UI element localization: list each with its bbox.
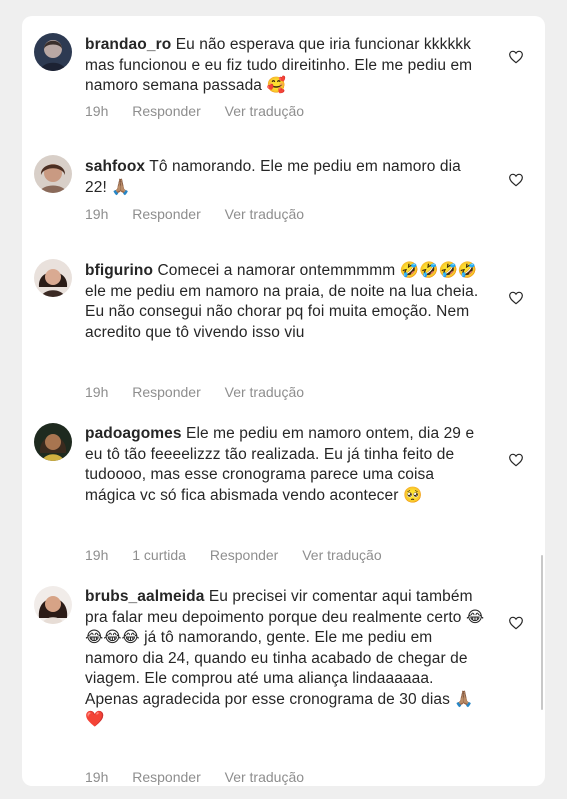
comment-meta: 19h Responder Ver tradução (85, 206, 324, 222)
comment-meta: 19h Responder Ver tradução (85, 769, 324, 785)
comment-time: 19h (85, 547, 109, 563)
heart-outline-icon[interactable] (508, 172, 524, 188)
reply-button[interactable]: Responder (132, 769, 201, 785)
rofl-emoji: 🤣🤣🤣🤣 (399, 262, 478, 279)
reply-button[interactable]: Responder (132, 206, 201, 222)
pleading-face-emoji: 🥺 (402, 486, 423, 504)
comment-text: sahfoox Tô namorando. Ele me pediu em na… (85, 157, 485, 198)
translate-button[interactable]: Ver tradução (225, 103, 304, 119)
translate-button[interactable]: Ver tradução (225, 206, 304, 222)
comment-time: 19h (85, 103, 109, 119)
heart-outline-icon[interactable] (508, 452, 524, 468)
comment-username[interactable]: sahfoox (85, 158, 145, 175)
avatar[interactable] (34, 423, 72, 461)
heart-outline-icon[interactable] (508, 49, 524, 65)
translate-button[interactable]: Ver tradução (225, 384, 304, 400)
smiling-face-hearts-emoji: 🥰 (266, 77, 286, 94)
comment-username[interactable]: brubs_aalmeida (85, 588, 204, 605)
comment-text: brubs_aalmeida Eu precisei vir comentar … (85, 587, 485, 731)
scrollbar[interactable] (541, 555, 543, 710)
comment-username[interactable]: padoagomes (85, 425, 182, 442)
reply-button[interactable]: Responder (132, 384, 201, 400)
translate-button[interactable]: Ver tradução (302, 547, 381, 563)
heart-outline-icon[interactable] (508, 290, 524, 306)
comment-text: brandao_ro Eu não esperava que iria func… (85, 35, 485, 97)
avatar[interactable] (34, 259, 72, 297)
folded-hands-emoji: 🙏🏽 (111, 178, 131, 196)
comment-meta: 19h Responder Ver tradução (85, 103, 324, 119)
translate-button[interactable]: Ver tradução (225, 769, 304, 785)
avatar[interactable] (34, 586, 72, 624)
comment-meta: 19h Responder Ver tradução (85, 384, 324, 400)
comment-meta: 19h 1 curtida Responder Ver tradução (85, 547, 402, 563)
heart-outline-icon[interactable] (508, 615, 524, 631)
comment-time: 19h (85, 384, 109, 400)
comment-body-continued: ele me pediu em namoro na praia, de noit… (85, 282, 479, 341)
reply-button[interactable]: Responder (210, 547, 279, 563)
comment-username[interactable]: bfigurino (85, 262, 153, 279)
avatar[interactable] (34, 33, 72, 71)
comment-time: 19h (85, 769, 109, 785)
comment-body: Comecei a namorar ontemmmmm (157, 262, 396, 279)
comment-time: 19h (85, 206, 109, 222)
reply-button[interactable]: Responder (132, 103, 201, 119)
comments-card: brandao_ro Eu não esperava que iria func… (22, 16, 545, 786)
comment-text: bfigurino Comecei a namorar ontemmmmm 🤣🤣… (85, 261, 485, 343)
likes-count[interactable]: 1 curtida (132, 547, 186, 563)
comment-body-continued: já tô namorando, gente. Ele me pediu em … (85, 629, 468, 708)
comment-text: padoagomes Ele me pediu em namoro ontem,… (85, 424, 485, 506)
avatar[interactable] (34, 155, 72, 193)
comment-username[interactable]: brandao_ro (85, 36, 171, 53)
